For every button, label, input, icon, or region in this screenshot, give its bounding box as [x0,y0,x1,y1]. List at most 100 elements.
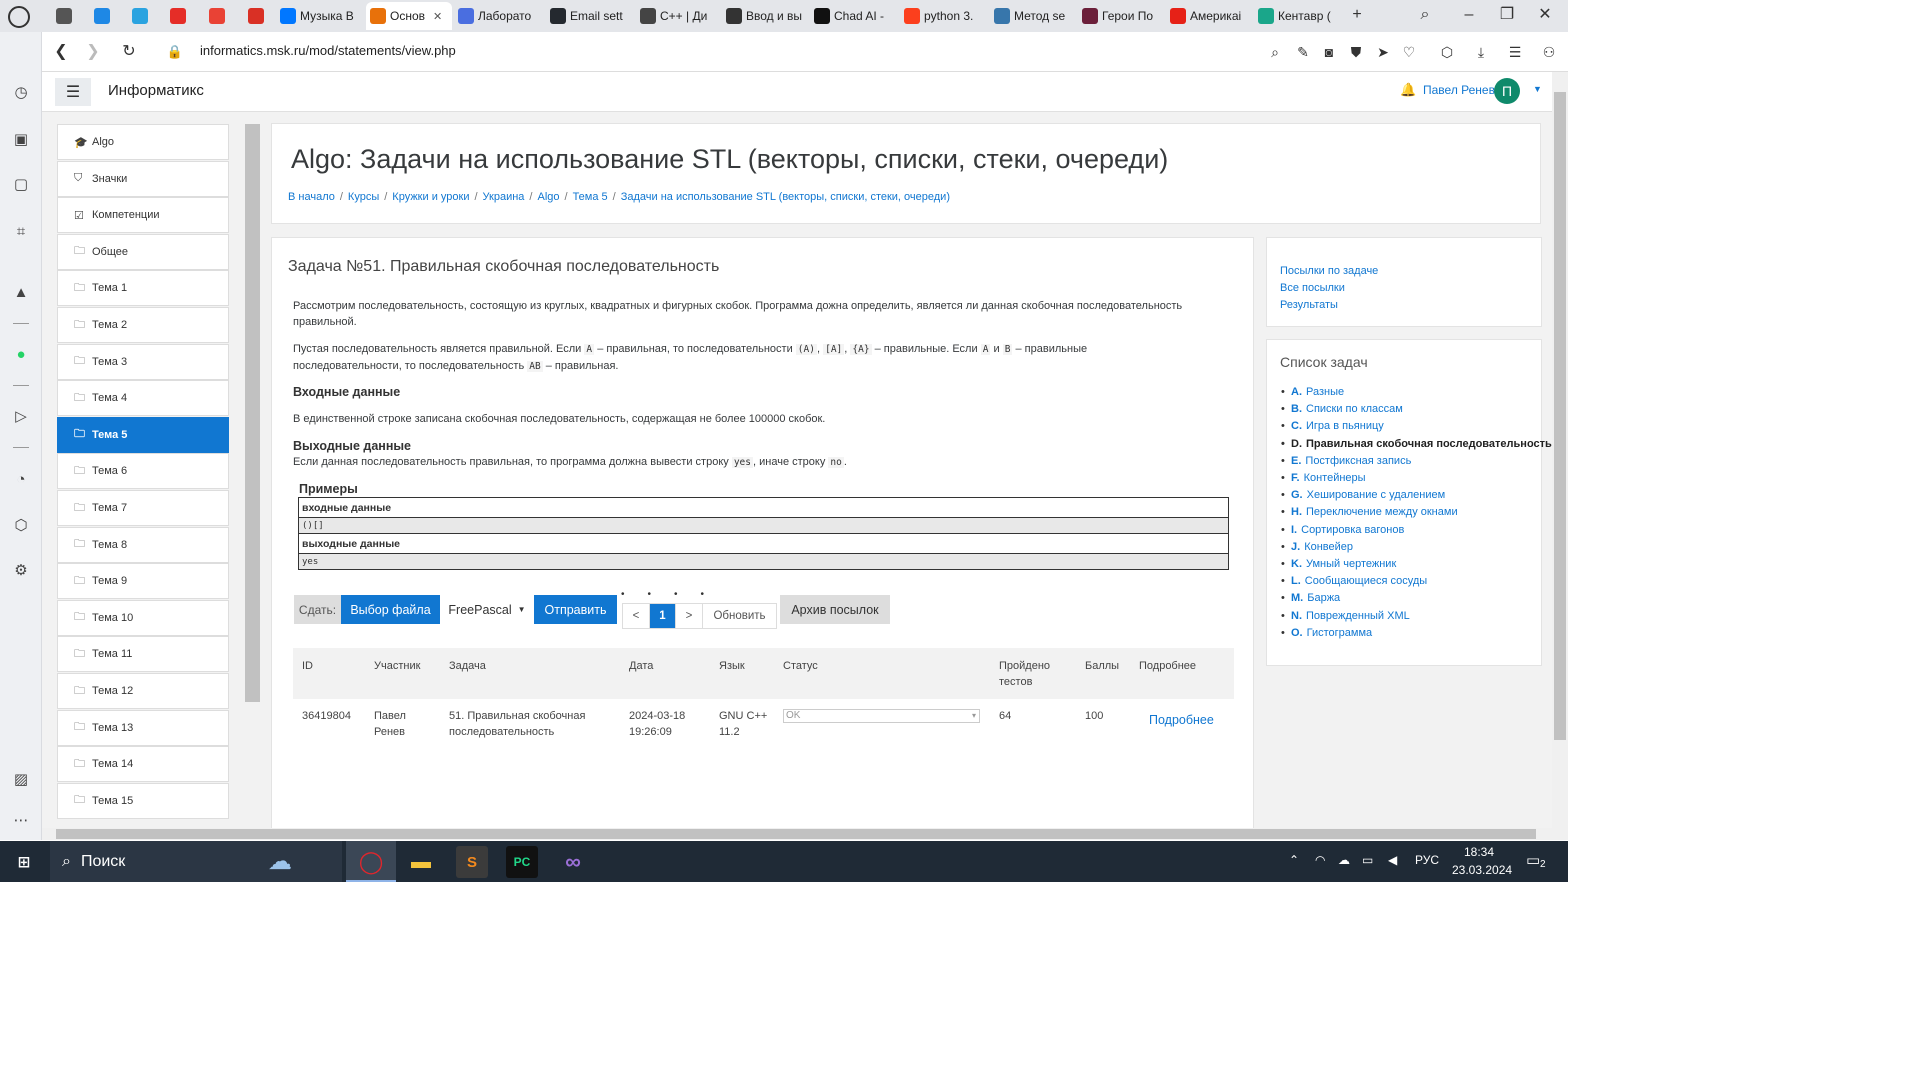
back-icon[interactable]: ❮ [50,41,72,63]
task-list-item[interactable]: B. Списки по классам [1281,403,1403,415]
pager-current[interactable]: 1 [650,604,676,628]
browser-tab[interactable]: Метод se [990,2,1074,30]
task-list-item[interactable]: I.Сортировка вагонов [1281,524,1404,536]
status-select[interactable]: OK ▾ [783,709,980,723]
language-select[interactable]: FreePascal ▼ [444,595,530,624]
browser-tab[interactable]: Кентавр ( [1254,2,1338,30]
breadcrumb-link[interactable]: Украина [483,191,525,203]
browser-tab[interactable] [166,2,186,30]
player-icon[interactable]: ▷ [9,404,33,428]
sidebar-item[interactable]: 🗀 Тема 6 [57,453,229,490]
opera-logo-icon[interactable] [8,6,30,28]
shield-icon[interactable]: ⛊ [1345,41,1367,63]
user-name[interactable]: Павел Ренев [1423,83,1495,97]
restore-icon[interactable]: ❐ [1496,4,1518,26]
breadcrumb-link[interactable]: Задачи на использование STL (векторы, сп… [621,191,950,203]
link-results[interactable]: Результаты [1280,299,1338,311]
pager-next[interactable]: > [676,604,703,628]
browser-tab[interactable] [128,2,148,30]
briefcase-icon[interactable]: ▣ [9,127,33,151]
profile-icon[interactable]: ⚇ [1538,41,1560,63]
browser-tab[interactable]: Лаборато [454,2,542,30]
browser-tab[interactable]: Chad AI - [810,2,896,30]
visual-studio-taskbar-icon[interactable]: ∞ [557,846,589,878]
download-icon[interactable]: ⤓ [1470,41,1492,63]
page-vertical-scrollbar[interactable] [1552,72,1568,840]
more-icon[interactable]: ⋯ [9,808,33,832]
battery-icon[interactable]: ▭ [1362,853,1373,867]
browser-tab[interactable]: Герои По [1078,2,1162,30]
sidebar-item[interactable]: 🗀 Общее [57,233,229,270]
sidebar-item[interactable]: 🗀 Тема 13 [57,709,229,746]
cube-icon[interactable]: ⬡ [1436,41,1458,63]
sidebar-item[interactable]: 🗀 Тема 14 [57,746,229,783]
sublime-taskbar-icon[interactable]: S [456,846,488,878]
gear-icon[interactable]: ⚙ [9,558,33,582]
extensions-icon[interactable]: ⬡ [9,513,33,537]
browser-tab[interactable]: C++ | Ди [636,2,718,30]
browser-tab[interactable]: Музыка В [276,2,360,30]
sidebar-item[interactable]: 🗀 Тема 1 [57,270,229,307]
notification-icon[interactable]: ▭ [1526,851,1540,869]
onedrive-icon[interactable]: ☁ [1338,853,1350,867]
task-list-item[interactable]: L.Сообщающиеся сосуды [1281,575,1427,587]
details-link[interactable]: Подробнее [1149,712,1239,728]
chip-icon[interactable]: ⌗ [9,219,33,243]
task-list-item[interactable]: H. Переключение между окнами [1281,506,1458,518]
task-list-item[interactable]: E.Постфиксная запись [1281,455,1411,467]
keyboard-language[interactable]: РУС [1415,853,1439,867]
sidebar-item[interactable]: ☑ Компетенции [57,197,229,234]
minimize-icon[interactable]: – [1458,4,1480,26]
browser-tab[interactable]: python 3. [900,2,986,30]
breadcrumb-link[interactable]: Algo [537,191,559,203]
sidebar-item[interactable]: 🗀 Тема 2 [57,307,229,343]
link-all-submissions[interactable]: Все посылки [1280,282,1345,294]
drawer-scrollbar[interactable] [245,112,260,828]
sidebar-item[interactable]: 🗀 Тема 9 [57,563,229,600]
browser-tab[interactable] [52,2,72,30]
breadcrumb-link[interactable]: В начало [288,191,335,203]
twitch-icon[interactable]: ▢ [9,172,33,196]
sidebar-item[interactable]: 🗀 Тема 4 [57,380,229,417]
task-list-item[interactable]: O.Гистограмма [1281,627,1372,639]
clock-date[interactable]: 23.03.2024 [1452,863,1512,877]
browser-tab[interactable] [244,2,264,30]
archive-button[interactable]: Архив посылок [780,595,890,624]
site-brand[interactable]: Информатикс [108,82,204,99]
history-icon[interactable]: ◔ [9,467,33,491]
browser-tab[interactable]: Америкаі [1166,2,1250,30]
windows-start-icon[interactable]: ⊞ [8,846,40,878]
reload-icon[interactable]: ↻ [118,41,140,63]
task-list-item[interactable]: D. Правильная скобочная последовательност… [1281,438,1552,450]
send-icon[interactable]: ➤ [1372,41,1394,63]
task-list-item[interactable]: J.Конвейер [1281,541,1353,553]
task-list-item[interactable]: N. Поврежденный XML [1281,610,1410,622]
browser-tab[interactable]: Ввод и вы [722,2,806,30]
user-menu-caret-icon[interactable]: ▼ [1533,84,1542,94]
bell-icon[interactable]: 🔔 [1400,82,1416,98]
browser-tab[interactable]: Email sett [546,2,632,30]
sidebar-item[interactable]: ⛉ Значки [57,160,229,197]
breadcrumb-link[interactable]: Кружки и уроки [392,191,469,203]
task-list-item[interactable]: C. Игра в пьяницу [1281,420,1384,432]
choose-file-button[interactable]: Выбор файла [341,595,440,624]
gallery-icon[interactable]: ▨ [9,767,33,791]
explorer-taskbar-icon[interactable]: ▬ [405,846,437,878]
heart-icon[interactable]: ♡ [1398,41,1420,63]
sidebar-item[interactable]: 🗀 Тема 5 [57,416,229,453]
aria-icon[interactable]: ▲ [9,280,33,304]
breadcrumb-link[interactable]: Курсы [348,191,379,203]
clock-time[interactable]: 18:34 [1464,845,1494,859]
tray-chevron-up-icon[interactable]: ⌃ [1289,853,1299,867]
task-list-item[interactable]: F.Контейнеры [1281,472,1366,484]
sidebar-item[interactable]: 🗀 Тема 8 [57,526,229,563]
sidebar-item[interactable]: 🗀 Тема 12 [57,673,229,709]
search-page-icon[interactable]: ⌕ [1264,41,1286,63]
settings-sliders-icon[interactable]: ☰ [1504,41,1526,63]
wifi-icon[interactable]: ◠ [1315,853,1325,867]
close-window-icon[interactable]: ✕ [1534,4,1556,26]
opera-taskbar-icon[interactable]: ◯ [355,846,387,878]
task-list-item[interactable]: M.Баржа [1281,592,1340,604]
speed-dial-icon[interactable]: ◷ [9,80,33,104]
task-list-item[interactable]: G.Хеширование с удалением [1281,489,1445,501]
